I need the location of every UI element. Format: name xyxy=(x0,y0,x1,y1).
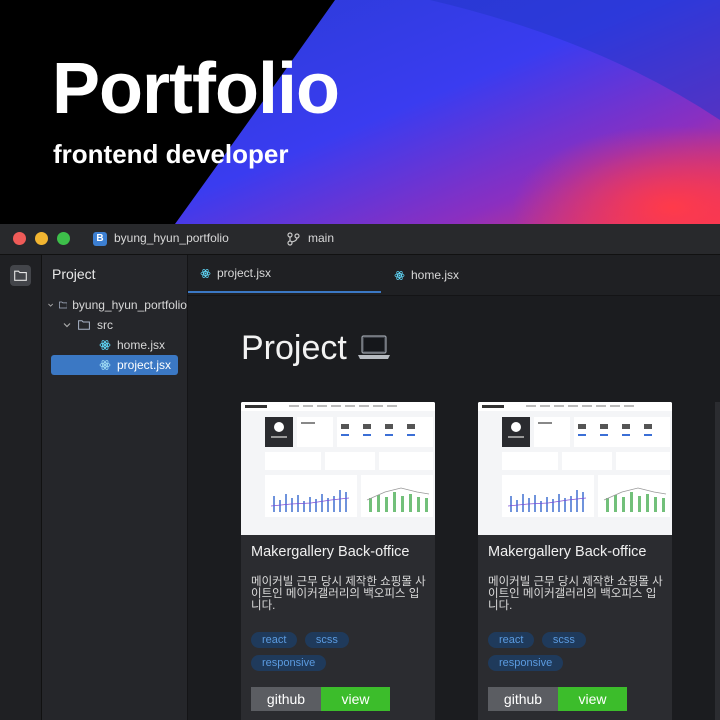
maximize-window-button[interactable] xyxy=(57,232,70,245)
hero-banner: Portfolio frontend developer xyxy=(0,0,720,224)
tag: scss xyxy=(304,632,349,648)
card-description: 메이커빌 근무 당시 제작한 쇼핑몰 사이트인 메이커갤러리의 백오피스 입니다… xyxy=(488,576,663,612)
tab-label: home.jsx xyxy=(411,268,460,282)
tab-project-jsx[interactable]: project.jsx xyxy=(188,255,381,293)
view-button[interactable]: view xyxy=(321,687,390,711)
tree-item-home-jsx[interactable]: home.jsx xyxy=(42,335,187,355)
chevron-down-icon[interactable] xyxy=(47,300,54,310)
github-button[interactable]: github xyxy=(488,687,558,711)
tag-list: react scss responsive xyxy=(251,630,431,676)
project-view-button[interactable] xyxy=(10,265,31,286)
tag: react xyxy=(488,632,535,648)
page-title: Project xyxy=(241,328,391,368)
editor-area: project.jsx home.jsx Project Makergaller… xyxy=(188,255,720,720)
hero-title: Portfolio xyxy=(52,49,340,129)
laptop-icon xyxy=(357,335,390,359)
project-card[interactable]: Makergallery Back-office 메이커빌 근무 당시 제작한 … xyxy=(241,402,435,720)
hero-subtitle: frontend developer xyxy=(53,139,289,169)
folder-icon xyxy=(58,301,68,309)
tree-item-label: byung_hyun_portfolio xyxy=(72,298,187,312)
folder-icon xyxy=(78,320,90,330)
view-button[interactable]: view xyxy=(558,687,627,711)
tab-label: project.jsx xyxy=(217,266,272,280)
sidebar-title: Project xyxy=(52,266,96,282)
window-titlebar: B byung_hyun_portfolio main xyxy=(0,224,720,255)
tag: scss xyxy=(541,632,586,648)
tree-item-label: src xyxy=(97,318,113,332)
card-title: Makergallery Back-office xyxy=(251,544,410,560)
tree-item-label: home.jsx xyxy=(117,338,166,352)
project-card-partial[interactable] xyxy=(715,402,720,720)
project-screenshot xyxy=(241,402,435,535)
tab-home-jsx[interactable]: home.jsx xyxy=(394,255,459,295)
close-window-button[interactable] xyxy=(13,232,26,245)
github-button[interactable]: github xyxy=(251,687,321,711)
react-icon xyxy=(99,340,111,350)
card-description: 메이커빌 근무 당시 제작한 쇼핑몰 사이트인 메이커갤러리의 백오피스 입니다… xyxy=(251,576,426,612)
project-screenshot xyxy=(478,402,672,535)
react-icon xyxy=(394,270,405,280)
chevron-down-icon[interactable] xyxy=(62,320,72,330)
folder-icon xyxy=(14,270,27,281)
tree-item-root-folder[interactable]: byung_hyun_portfolio xyxy=(42,295,187,315)
tag: react xyxy=(251,632,298,648)
react-icon xyxy=(200,268,211,278)
tree-item-project-jsx[interactable]: project.jsx xyxy=(51,355,178,375)
tag: responsive xyxy=(488,655,564,671)
project-name[interactable]: byung_hyun_portfolio xyxy=(114,231,229,245)
branch-icon xyxy=(287,232,300,246)
project-badge-icon: B xyxy=(93,232,107,246)
tree-item-src-folder[interactable]: src xyxy=(42,315,187,335)
tag-list: react scss responsive xyxy=(488,630,668,676)
branch-name[interactable]: main xyxy=(308,231,334,245)
project-sidebar: Project byung_hyun_portfolio src home.js… xyxy=(42,255,188,720)
page-title-text: Project xyxy=(241,329,347,367)
minimize-window-button[interactable] xyxy=(35,232,48,245)
project-card[interactable]: Makergallery Back-office 메이커빌 근무 당시 제작한 … xyxy=(478,402,672,720)
tab-bar: project.jsx home.jsx xyxy=(188,255,720,296)
card-title: Makergallery Back-office xyxy=(488,544,647,560)
tree-item-label: project.jsx xyxy=(117,358,172,372)
react-icon xyxy=(99,360,111,370)
activity-bar xyxy=(0,255,42,720)
tag: responsive xyxy=(251,655,327,671)
